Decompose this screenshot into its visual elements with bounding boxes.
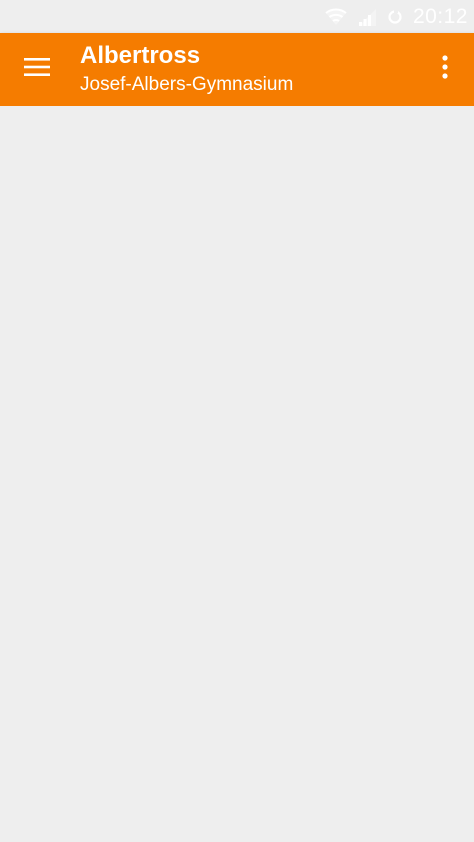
app-bar: Albertross Josef-Albers-Gymnasium [0, 33, 474, 106]
signal-icon [357, 7, 377, 27]
more-vert-icon [442, 54, 448, 84]
app-subtitle: Josef-Albers-Gymnasium [80, 74, 294, 95]
app-bar-titles: Albertross Josef-Albers-Gymnasium [80, 42, 293, 98]
wifi-icon [325, 7, 347, 27]
navigation-menu-button[interactable] [14, 46, 60, 92]
screen: 20:12 Albertross Josef-Albers-Gymnasium [0, 0, 474, 842]
sync-icon [387, 9, 403, 25]
status-time: 20:12 [412, 5, 468, 28]
status-bar: 20:12 [0, 0, 474, 33]
overflow-menu-button[interactable] [430, 46, 460, 92]
status-icons: 20:12 [325, 4, 468, 30]
hamburger-menu-icon [24, 57, 50, 82]
content-area [0, 106, 474, 842]
app-title: Albertross [80, 42, 201, 69]
